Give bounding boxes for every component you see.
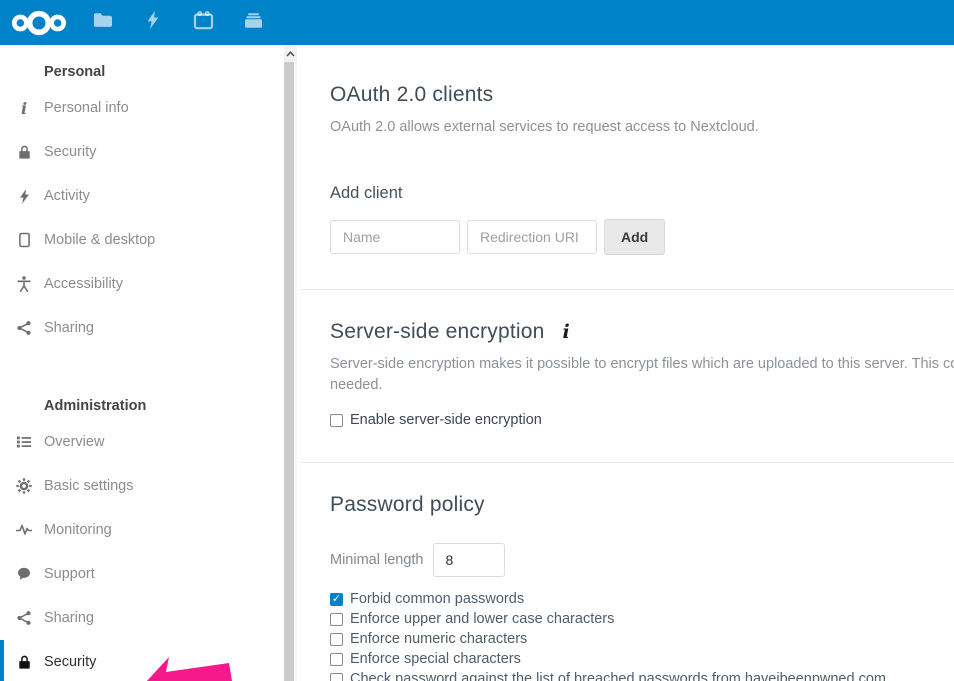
chat-icon [16, 567, 32, 581]
oauth-description: OAuth 2.0 allows external services to re… [330, 117, 924, 138]
gear-icon [16, 478, 32, 494]
lock-icon [16, 654, 32, 670]
calendar-app-button[interactable] [178, 0, 228, 45]
encryption-title: Server-side encryption [330, 320, 545, 344]
forbid-common-passwords-checkbox[interactable]: ✓ Forbid common passwords [330, 589, 924, 609]
sidebar-item-sharing-admin[interactable]: Sharing [0, 596, 300, 640]
checkbox-unchecked-icon [330, 653, 343, 666]
lightning-icon [16, 189, 32, 204]
sidebar-item-security-personal[interactable]: Security [0, 130, 300, 174]
redirect-uri-input[interactable] [467, 220, 597, 254]
sidebar-item-basic-settings[interactable]: Basic settings [0, 464, 300, 508]
password-policy-title: Password policy [330, 493, 924, 517]
sidebar-item-mobile-desktop[interactable]: Mobile & desktop [0, 218, 300, 262]
share-icon [16, 321, 32, 335]
info-icon: i [16, 99, 32, 118]
checkbox-checked-icon: ✓ [330, 593, 343, 606]
sidebar-scrollbar [284, 45, 297, 681]
folder-icon [93, 12, 113, 33]
calendar-icon [193, 11, 214, 35]
enforce-special-checkbox[interactable]: Enforce special characters [330, 649, 924, 669]
oauth-title: OAuth 2.0 clients [330, 83, 924, 107]
pulse-icon [16, 524, 32, 536]
top-bar [0, 0, 954, 45]
sidebar-item-security-admin[interactable]: Security [0, 640, 300, 681]
chevron-up-icon [286, 51, 295, 57]
settings-sidebar: Personal i Personal info Security Activi… [0, 45, 300, 681]
settings-content: OAuth 2.0 clients OAuth 2.0 allows exter… [300, 45, 954, 681]
share-icon [16, 611, 32, 625]
sidebar-item-monitoring[interactable]: Monitoring [0, 508, 300, 552]
checkbox-unchecked-icon [330, 633, 343, 646]
enforce-numeric-checkbox[interactable]: Enforce numeric characters [330, 629, 924, 649]
checkbox-unchecked-icon [330, 673, 343, 681]
hibp-check-checkbox[interactable]: Check password against the list of breac… [330, 669, 924, 681]
sidebar-item-support[interactable]: Support [0, 552, 300, 596]
enforce-case-checkbox[interactable]: Enforce upper and lower case characters [330, 609, 924, 629]
add-client-label: Add client [330, 184, 924, 203]
sidebar-item-personal-info[interactable]: i Personal info [0, 86, 300, 130]
scrollbar-up-button[interactable] [284, 45, 297, 62]
info-icon[interactable]: i [563, 321, 570, 343]
nextcloud-logo[interactable] [0, 9, 78, 37]
minimal-length-input[interactable] [433, 543, 505, 577]
sidebar-item-sharing-personal[interactable]: Sharing [0, 306, 300, 350]
deck-app-button[interactable] [228, 0, 278, 45]
accessibility-icon [16, 276, 32, 292]
encryption-description-line1: Server-side encryption makes it possible… [330, 354, 924, 375]
stack-icon [243, 11, 264, 34]
oauth-section: OAuth 2.0 clients OAuth 2.0 allows exter… [300, 45, 954, 290]
minimal-length-label: Minimal length [330, 552, 424, 568]
nextcloud-logo-icon [7, 9, 71, 37]
password-policy-section: Password policy Minimal length ✓ Forbid … [300, 463, 954, 681]
files-app-button[interactable] [78, 0, 128, 45]
sidebar-item-overview[interactable]: Overview [0, 420, 300, 464]
enable-encryption-checkbox[interactable]: Enable server-side encryption [330, 412, 924, 428]
sidebar-item-activity[interactable]: Activity [0, 174, 300, 218]
add-client-button[interactable]: Add [604, 219, 665, 255]
encryption-section: Server-side encryption i Server-side enc… [300, 290, 954, 463]
lightning-icon [146, 11, 160, 34]
sidebar-caption-personal: Personal [0, 58, 300, 86]
phone-icon [16, 232, 32, 248]
list-icon [16, 436, 32, 448]
checkbox-unchecked-icon [330, 414, 343, 427]
client-name-input[interactable] [330, 220, 460, 254]
scrollbar-thumb[interactable] [284, 62, 294, 681]
sidebar-item-accessibility[interactable]: Accessibility [0, 262, 300, 306]
lock-icon [16, 144, 32, 160]
checkbox-unchecked-icon [330, 613, 343, 626]
activity-app-button[interactable] [128, 0, 178, 45]
encryption-description-line2: needed. [330, 375, 924, 396]
sidebar-caption-administration: Administration [0, 392, 300, 420]
